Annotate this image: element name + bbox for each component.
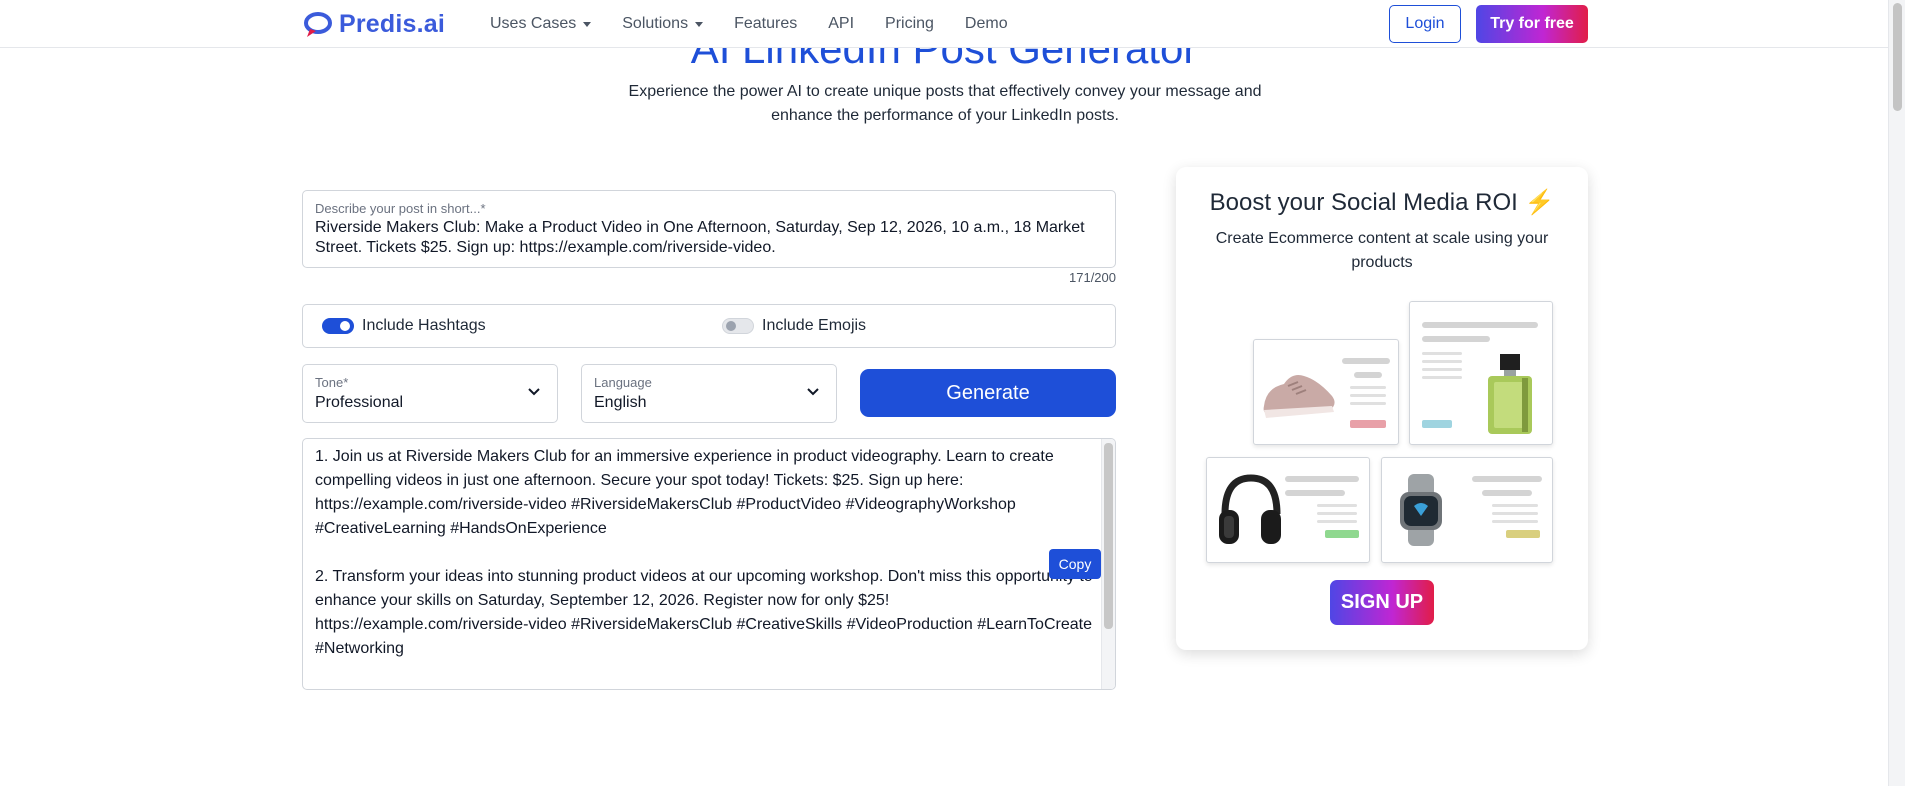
placeholder-line bbox=[1482, 490, 1532, 496]
predis-logo-icon bbox=[304, 11, 332, 37]
character-counter: 171/200 bbox=[1069, 270, 1116, 285]
page-subtitle: Experience the power AI to create unique… bbox=[628, 83, 1262, 124]
switch-knob bbox=[340, 321, 350, 331]
nav-item-solutions[interactable]: Solutions bbox=[622, 15, 704, 33]
placeholder-line bbox=[1422, 322, 1538, 328]
include-hashtags-label: Include Hashtags bbox=[362, 317, 486, 334]
tone-select[interactable]: Tone* Professional bbox=[302, 364, 558, 423]
placeholder-line bbox=[1422, 360, 1462, 363]
smartwatch-icon bbox=[1400, 474, 1442, 546]
include-emojis-toggle[interactable]: Include Emojis bbox=[722, 317, 866, 335]
sign-up-button[interactable]: SIGN UP bbox=[1330, 580, 1434, 625]
output-scrollbar[interactable] bbox=[1101, 439, 1115, 689]
try-for-free-button[interactable]: Try for free bbox=[1476, 5, 1588, 43]
headphones-icon bbox=[1219, 474, 1281, 544]
nav-item-label: Features bbox=[734, 15, 798, 32]
tone-label: Tone* bbox=[315, 375, 349, 390]
placeholder-line bbox=[1422, 352, 1462, 355]
language-value: English bbox=[594, 394, 647, 411]
product-card-smartwatch bbox=[1381, 457, 1553, 563]
generated-posts-output[interactable]: 1. Join us at Riverside Makers Club for … bbox=[302, 438, 1116, 690]
options-toggle-panel: Include Hashtags Include Emojis bbox=[302, 304, 1116, 348]
price-tag bbox=[1422, 420, 1452, 428]
placeholder-line bbox=[1350, 394, 1386, 397]
nav-item-label: Demo bbox=[964, 15, 1008, 32]
placeholder-line bbox=[1350, 386, 1386, 389]
caret-down-icon bbox=[583, 21, 592, 27]
placeholder-line bbox=[1354, 372, 1382, 378]
switch-knob bbox=[726, 321, 736, 331]
placeholder-line bbox=[1317, 504, 1357, 507]
placeholder-line bbox=[1317, 520, 1357, 523]
nav-item-use-cases[interactable]: Uses Cases bbox=[490, 15, 592, 33]
copy-button[interactable]: Copy bbox=[1049, 549, 1101, 579]
post-description-input[interactable]: Riverside Makers Club: Make a Product Vi… bbox=[315, 218, 1105, 258]
tone-value: Professional bbox=[315, 394, 404, 411]
promo-subtitle: Create Ecommerce content at scale using … bbox=[1215, 230, 1549, 271]
page-scrollbar-thumb[interactable] bbox=[1893, 3, 1902, 111]
nav-item-label: Solutions bbox=[622, 15, 689, 32]
predis-logo[interactable]: Predis.ai bbox=[303, 10, 445, 39]
nav-item-api[interactable]: API bbox=[828, 15, 854, 33]
product-card-headphones bbox=[1206, 457, 1370, 563]
product-card-perfume bbox=[1409, 301, 1553, 445]
placeholder-line bbox=[1422, 336, 1490, 342]
placeholder-line bbox=[1492, 504, 1538, 507]
generate-button[interactable]: Generate bbox=[860, 369, 1116, 417]
placeholder-line bbox=[1317, 512, 1357, 515]
product-card-sneaker bbox=[1253, 339, 1399, 445]
language-label: Language bbox=[594, 375, 652, 390]
nav-item-label: API bbox=[828, 15, 855, 32]
lightning-icon: ⚡ bbox=[1524, 189, 1555, 216]
nav-item-label: Uses Cases bbox=[490, 15, 577, 32]
generated-post-1: 1. Join us at Riverside Makers Club for … bbox=[315, 448, 1054, 537]
page-scrollbar[interactable] bbox=[1888, 0, 1905, 786]
generated-post-2: 2. Transform your ideas into stunning pr… bbox=[315, 568, 1093, 657]
nav-item-features[interactable]: Features bbox=[734, 15, 797, 33]
promo-card: Boost your Social Media ROI ⚡ Create Eco… bbox=[1176, 167, 1588, 650]
promo-title: Boost your Social Media ROI ⚡ bbox=[1176, 188, 1588, 217]
perfume-bottle-icon bbox=[1488, 354, 1532, 434]
emojis-switch[interactable] bbox=[722, 318, 754, 334]
placeholder-line bbox=[1350, 402, 1386, 405]
brand-name: Predis.ai bbox=[339, 10, 446, 38]
price-tag bbox=[1506, 530, 1540, 538]
nav-item-demo[interactable]: Demo bbox=[965, 15, 1008, 33]
include-emojis-label: Include Emojis bbox=[762, 317, 867, 334]
language-select[interactable]: Language English bbox=[581, 364, 837, 423]
chevron-down-icon bbox=[807, 388, 819, 396]
login-button[interactable]: Login bbox=[1389, 5, 1461, 43]
placeholder-line bbox=[1342, 358, 1390, 364]
placeholder-line bbox=[1422, 376, 1462, 379]
placeholder-line bbox=[1285, 476, 1359, 482]
placeholder-line bbox=[1472, 476, 1542, 482]
caret-down-icon bbox=[695, 21, 704, 27]
post-description-field[interactable]: Describe your post in short...* Riversid… bbox=[302, 190, 1116, 268]
output-scrollbar-thumb[interactable] bbox=[1104, 443, 1113, 629]
promo-title-text: Boost your Social Media ROI bbox=[1209, 189, 1518, 216]
top-navigation-bar: Predis.ai Uses Cases Solutions Features … bbox=[0, 0, 1888, 48]
nav-item-label: Pricing bbox=[885, 15, 934, 32]
placeholder-line bbox=[1422, 368, 1462, 371]
chevron-down-icon bbox=[528, 388, 540, 396]
nav-menu: Uses Cases Solutions Features API Pricin… bbox=[490, 0, 1008, 48]
placeholder-line bbox=[1492, 520, 1538, 523]
post-description-label: Describe your post in short...* bbox=[315, 201, 486, 216]
generated-posts-text[interactable]: 1. Join us at Riverside Makers Club for … bbox=[315, 445, 1097, 685]
hashtags-switch[interactable] bbox=[322, 318, 354, 334]
price-tag bbox=[1350, 420, 1386, 428]
placeholder-line bbox=[1285, 490, 1345, 496]
price-tag bbox=[1325, 530, 1359, 538]
include-hashtags-toggle[interactable]: Include Hashtags bbox=[322, 317, 486, 335]
sneaker-icon bbox=[1263, 375, 1335, 418]
placeholder-line bbox=[1492, 512, 1538, 515]
nav-item-pricing[interactable]: Pricing bbox=[885, 15, 934, 33]
